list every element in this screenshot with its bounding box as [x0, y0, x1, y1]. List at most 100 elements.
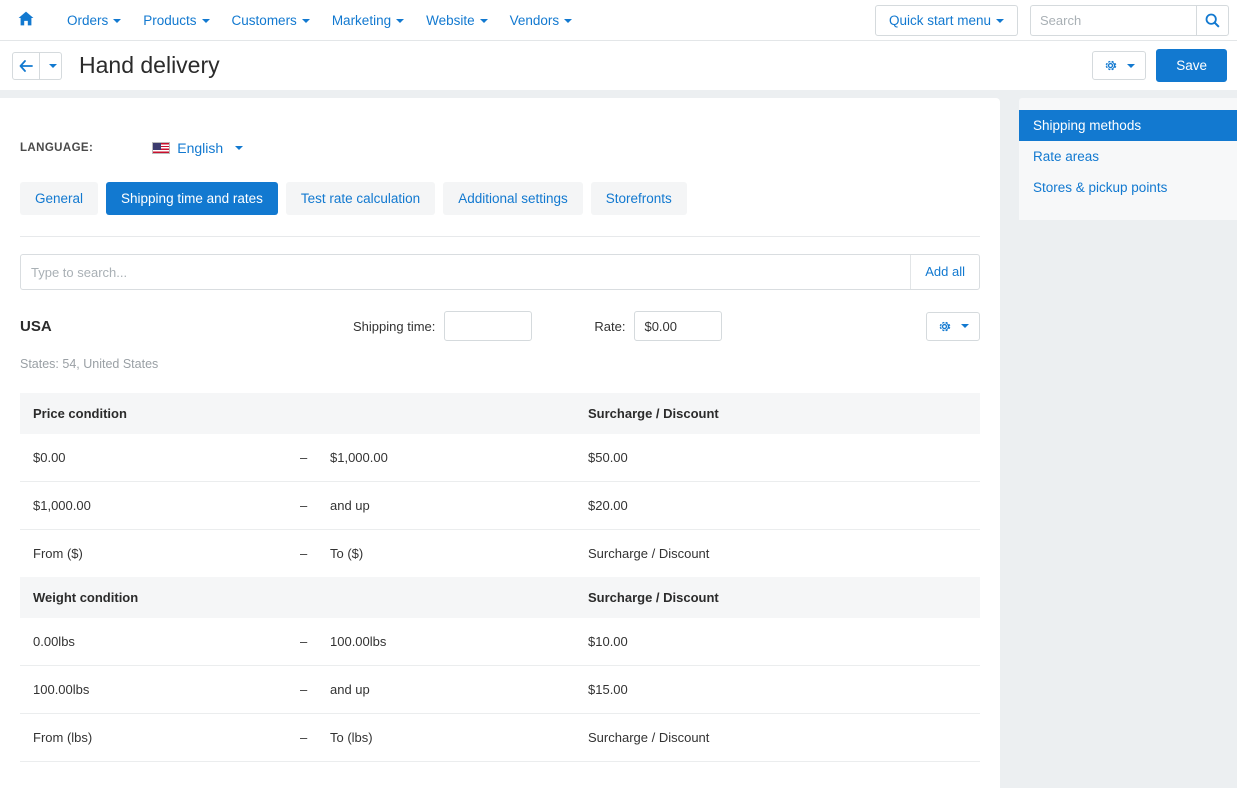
page-title: Hand delivery: [79, 52, 220, 79]
range-dash: –: [287, 666, 317, 714]
tab-shipping-time-and-rates[interactable]: Shipping time and rates: [106, 182, 278, 215]
price-to-input[interactable]: To ($): [317, 530, 575, 578]
range-dash: –: [287, 530, 317, 578]
weight-from-cell[interactable]: 100.00lbs: [20, 666, 287, 714]
weight-to-cell[interactable]: and up: [317, 666, 575, 714]
weight-from-cell[interactable]: 0.00lbs: [20, 618, 287, 666]
nav-item-label: Vendors: [510, 13, 560, 28]
nav-right-group: Quick start menu: [875, 5, 1237, 36]
country-settings-gear-button[interactable]: [926, 312, 980, 341]
nav-item-label: Products: [143, 13, 196, 28]
shipping-time-label: Shipping time:: [353, 319, 435, 334]
global-search-group: [1030, 5, 1229, 36]
sidebar-item-stores-pickup-points[interactable]: Stores & pickup points: [1019, 172, 1237, 203]
search-icon: [1205, 13, 1220, 28]
range-dash: –: [287, 618, 317, 666]
right-side-panel: Shipping methods Rate areas Stores & pic…: [1019, 98, 1237, 220]
tab-bar: General Shipping time and rates Test rat…: [0, 156, 1000, 215]
rates-search-input[interactable]: [21, 255, 910, 289]
search-button[interactable]: [1196, 5, 1229, 36]
price-condition-header: Price condition: [20, 393, 575, 434]
country-name: USA: [20, 318, 353, 335]
weight-to-input[interactable]: To (lbs): [317, 714, 575, 762]
gear-icon: [937, 319, 952, 334]
rate-input[interactable]: [634, 311, 722, 341]
add-all-link[interactable]: Add all: [910, 255, 979, 289]
price-surcharge-input[interactable]: Surcharge / Discount: [575, 530, 980, 578]
arrow-left-icon: [19, 60, 33, 72]
back-dropdown-button[interactable]: [40, 52, 62, 80]
nav-item-marketing[interactable]: Marketing: [321, 7, 415, 34]
price-surcharge-cell[interactable]: $50.00: [575, 434, 980, 482]
nav-item-vendors[interactable]: Vendors: [499, 7, 584, 34]
top-navigation-bar: Orders Products Customers Marketing Webs…: [0, 0, 1237, 41]
weight-surcharge-cell[interactable]: $15.00: [575, 666, 980, 714]
nav-item-label: Website: [426, 13, 475, 28]
range-dash: –: [287, 482, 317, 530]
language-label: LANGUAGE:: [20, 142, 93, 154]
chevron-down-icon: [396, 19, 404, 23]
page-title-bar: Hand delivery Save: [0, 41, 1237, 90]
title-actions-group: Save: [1092, 49, 1237, 82]
shipping-time-input[interactable]: [444, 311, 532, 341]
chevron-down-icon: [202, 19, 210, 23]
table-row-new: From (lbs) – To (lbs) Surcharge / Discou…: [20, 714, 980, 762]
page-settings-gear-button[interactable]: [1092, 51, 1146, 80]
quick-start-menu-label: Quick start menu: [889, 13, 991, 28]
section-divider: [20, 236, 980, 237]
language-row: LANGUAGE: English: [0, 98, 1000, 156]
country-rate-row: USA Shipping time: Rate:: [20, 311, 980, 341]
table-row: 0.00lbs – 100.00lbs $10.00: [20, 618, 980, 666]
weight-from-input[interactable]: From (lbs): [20, 714, 287, 762]
chevron-down-icon: [302, 19, 310, 23]
nav-item-customers[interactable]: Customers: [221, 7, 321, 34]
home-icon[interactable]: [10, 7, 42, 33]
price-from-input[interactable]: From ($): [20, 530, 287, 578]
nav-item-orders[interactable]: Orders: [56, 7, 132, 34]
back-button-group: [12, 52, 62, 80]
weight-condition-header: Weight condition: [20, 577, 575, 618]
chevron-down-icon: [1127, 64, 1135, 68]
table-row: $0.00 – $1,000.00 $50.00: [20, 434, 980, 482]
weight-surcharge-cell[interactable]: $10.00: [575, 618, 980, 666]
table-row-new: From ($) – To ($) Surcharge / Discount: [20, 530, 980, 578]
gear-icon: [1103, 58, 1118, 73]
price-to-cell[interactable]: $1,000.00: [317, 434, 575, 482]
weight-to-cell[interactable]: 100.00lbs: [317, 618, 575, 666]
language-selector[interactable]: English: [152, 140, 243, 156]
nav-item-label: Customers: [232, 13, 297, 28]
tab-additional-settings[interactable]: Additional settings: [443, 182, 583, 215]
tab-test-rate-calculation[interactable]: Test rate calculation: [286, 182, 435, 215]
tab-storefronts[interactable]: Storefronts: [591, 182, 687, 215]
chevron-down-icon: [49, 64, 57, 68]
rates-search-bar: Add all: [20, 254, 980, 290]
price-from-cell[interactable]: $0.00: [20, 434, 287, 482]
nav-item-label: Marketing: [332, 13, 391, 28]
price-to-cell[interactable]: and up: [317, 482, 575, 530]
sidebar-item-shipping-methods[interactable]: Shipping methods: [1019, 110, 1237, 141]
chevron-down-icon: [235, 146, 243, 150]
price-surcharge-header: Surcharge / Discount: [575, 393, 980, 434]
quick-start-menu-button[interactable]: Quick start menu: [875, 5, 1018, 36]
language-value: English: [177, 140, 223, 156]
country-states-summary: States: 54, United States: [20, 357, 980, 371]
panel-top-spacer: [1019, 98, 1237, 110]
range-dash: –: [287, 714, 317, 762]
weight-surcharge-header: Surcharge / Discount: [575, 577, 980, 618]
nav-item-website[interactable]: Website: [415, 7, 499, 34]
nav-item-products[interactable]: Products: [132, 7, 220, 34]
save-button[interactable]: Save: [1156, 49, 1227, 82]
tab-general[interactable]: General: [20, 182, 98, 215]
back-button[interactable]: [12, 52, 40, 80]
sidebar-item-rate-areas[interactable]: Rate areas: [1019, 141, 1237, 172]
main-content-card: LANGUAGE: English General Shipping time …: [0, 98, 1000, 788]
table-row: $1,000.00 – and up $20.00: [20, 482, 980, 530]
range-dash: –: [287, 434, 317, 482]
weight-surcharge-input[interactable]: Surcharge / Discount: [575, 714, 980, 762]
price-from-cell[interactable]: $1,000.00: [20, 482, 287, 530]
chevron-down-icon: [113, 19, 121, 23]
search-input[interactable]: [1030, 5, 1196, 36]
us-flag-icon: [152, 142, 170, 154]
price-surcharge-cell[interactable]: $20.00: [575, 482, 980, 530]
weight-condition-table: Weight condition Surcharge / Discount 0.…: [20, 577, 980, 788]
